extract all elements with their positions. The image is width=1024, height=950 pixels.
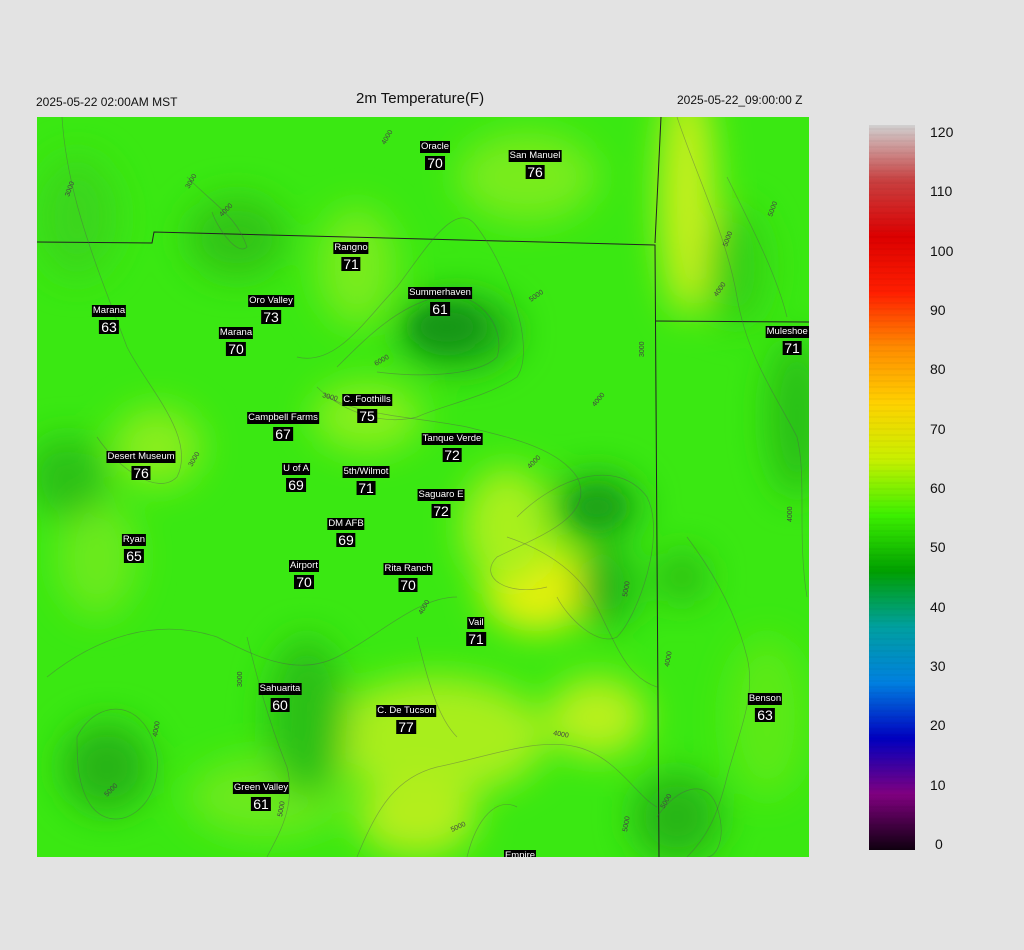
station-marker: DM AFB 69 [327,514,365,548]
station-name: Campbell Farms [247,412,319,424]
station-name: Ryan [121,534,147,546]
station-name: Empire [503,850,537,857]
station-temperature: 70 [226,341,246,357]
station-marker: Rita Ranch 70 [383,559,433,593]
station-name: Rangno [333,242,369,254]
station-name: Vail [467,617,485,629]
station-marker: Oro Valley 73 [248,291,294,324]
colorbar-tick-label: 100 [930,242,954,259]
map-title: 2m Temperature(F) [356,90,485,107]
colorbar-tick-label: 70 [930,420,946,437]
station-marker: Ryan 65 [121,530,147,564]
station-temperature: 63 [99,319,119,335]
station-marker: Vail 71 [466,613,486,646]
station-name: San Manuel [508,150,562,162]
station-name: Sahuarita [258,683,302,695]
station-name: Summerhaven [408,287,472,299]
colorbar [869,125,915,850]
station-name: Airport [289,560,319,572]
station-temperature: 61 [251,796,271,812]
station-marker: Green Valley 61 [232,778,290,812]
station-temperature: 70 [425,155,445,171]
colorbar-tick-label: 80 [930,361,946,378]
station-name: Tanque Verde [421,433,483,445]
station-temperature: 65 [124,548,144,564]
temperature-map: 4000 3000 3000 4000 5000 6000 3000 4000 4000 3000… [37,117,809,857]
station-marker: Muleshoe R 71 [765,322,809,356]
station-name: DM AFB [327,518,365,530]
station-name: 5th/Wilmot [342,466,390,478]
station-marker: Campbell Farms 67 [247,408,319,441]
station-marker: 5th/Wilmot 71 [342,462,390,496]
station-marker: Oracle 70 [420,137,450,170]
station-marker: Saguaro E 72 [417,485,465,519]
station-temperature: 60 [270,697,290,713]
colorbar-tick-label: 0 [935,836,943,852]
contour-label: 3000 [639,341,646,357]
station-temperature: 71 [466,631,486,647]
station-marker: Rangno 71 [333,238,369,272]
station-marker: Sahuarita 60 [258,679,302,713]
station-marker: C. Foothills 75 [342,390,392,423]
station-name: Muleshoe R [765,326,809,338]
station-temperature: 75 [357,408,377,424]
station-temperature: 63 [755,707,775,723]
station-name: Saguaro E [417,489,465,501]
station-temperature: 72 [431,503,451,519]
contour-label: 3000 [237,671,244,687]
station-marker: U of A 69 [282,459,310,492]
station-name: Marana [218,327,254,339]
station-marker: San Manuel 76 [508,146,562,180]
station-temperature: 72 [442,447,462,463]
colorbar-tick-label: 90 [930,302,946,318]
colorbar-tick-label: 30 [930,658,946,674]
station-name: Rita Ranch [383,563,433,575]
station-temperature: 71 [356,480,376,496]
station-temperature: 77 [396,719,416,735]
colorbar-tick-label: 120 [930,124,954,140]
station-temperature: 70 [398,577,418,593]
contour-label: 4000 [787,506,794,522]
station-marker: Benson 63 [747,689,783,723]
station-marker: Marana 63 [91,301,127,335]
station-temperature: 73 [261,309,281,325]
station-temperature: 76 [131,465,151,481]
valid-time-utc: 2025-05-22_09:00:00 Z [677,93,803,107]
station-marker: Summerhaven 61 [408,283,472,316]
station-temperature: 71 [782,340,802,356]
station-name: Benson [747,693,783,705]
station-marker: Empire [503,846,537,857]
station-temperature: 67 [273,426,293,442]
station-temperature: 69 [286,477,306,493]
colorbar-tick-label: 10 [930,776,946,793]
station-name: Marana [91,305,127,317]
station-temperature: 69 [336,532,356,548]
station-name: C. Foothills [342,394,392,406]
station-marker: Tanque Verde 72 [421,429,483,463]
station-name: Desert Museum [106,451,176,463]
station-temperature: 61 [430,301,450,317]
colorbar-tick-label: 110 [930,183,953,200]
station-marker: Marana 70 [218,323,254,357]
station-marker: Desert Museum 76 [106,447,176,481]
station-temperature: 76 [525,164,545,180]
station-marker: C. De Tucson 77 [376,701,436,734]
station-name: Oro Valley [248,295,294,307]
station-name: U of A [282,463,310,475]
station-name: C. De Tucson [376,705,436,717]
colorbar-tick-label: 50 [930,539,946,556]
valid-time-local: 2025-05-22 02:00AM MST [36,95,178,109]
colorbar-tick-label: 60 [930,480,946,496]
station-name: Green Valley [232,782,290,794]
colorbar-tick-label: 20 [930,717,946,734]
station-name: Oracle [420,141,450,153]
colorbar-tick-label: 40 [930,598,946,615]
station-temperature: 71 [341,256,361,272]
station-temperature: 70 [294,574,314,590]
station-marker: Airport 70 [289,556,319,589]
